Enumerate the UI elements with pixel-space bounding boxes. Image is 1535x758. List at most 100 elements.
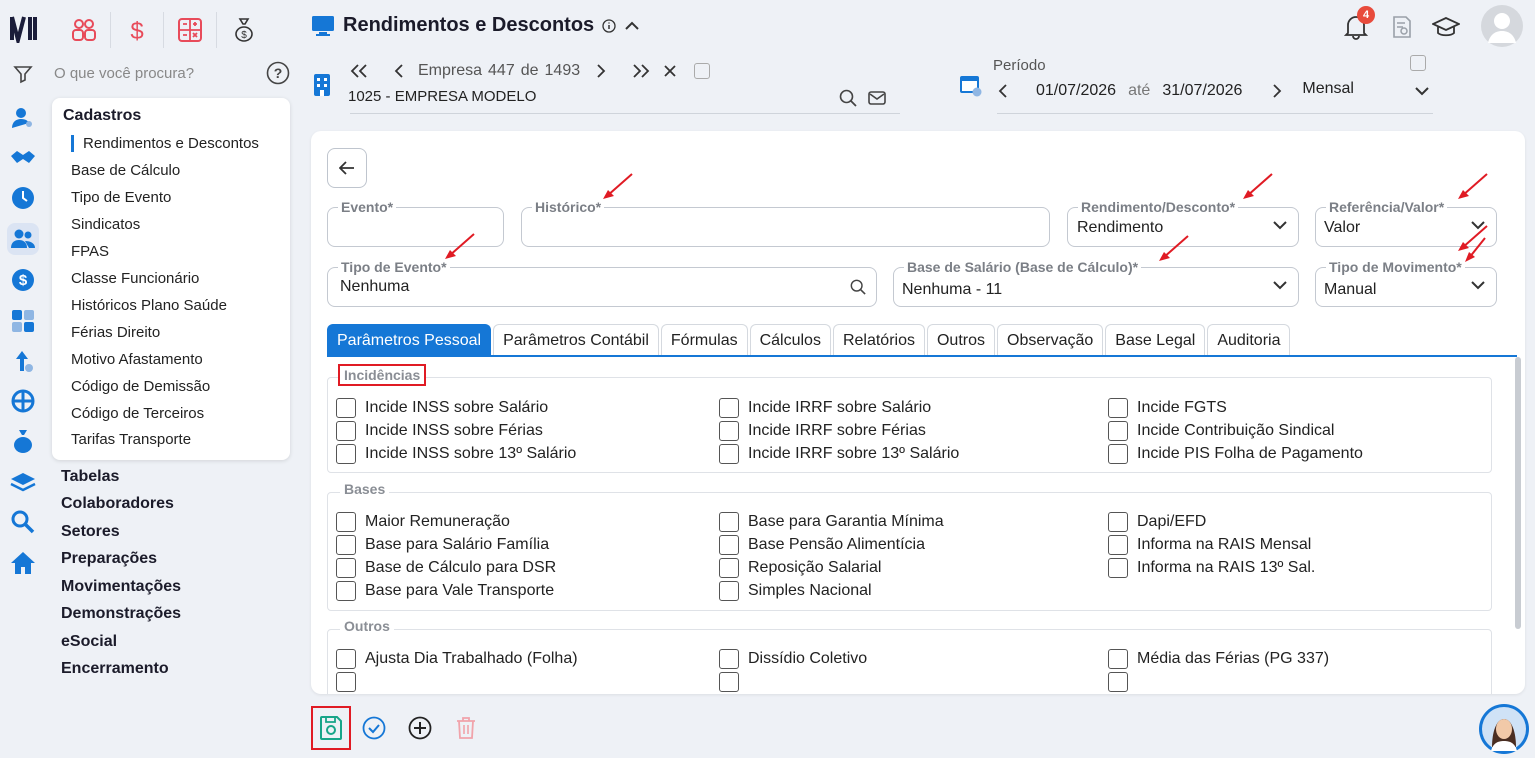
- checkbox-box[interactable]: [1108, 672, 1128, 692]
- network-icon[interactable]: [9, 387, 37, 415]
- checkbox-dissidio[interactable]: Dissídio Coletivo: [719, 649, 867, 669]
- checkbox-salario-familia[interactable]: Base para Salário Família: [336, 535, 549, 555]
- checkbox-irrf-13[interactable]: Incide IRRF sobre 13º Salário: [719, 444, 959, 464]
- checkbox-inss-ferias[interactable]: Incide INSS sobre Férias: [336, 421, 543, 441]
- checkbox-row-partial[interactable]: [1108, 672, 1137, 692]
- calculator-shortcut-icon[interactable]: [164, 12, 217, 48]
- submenu-item-classe[interactable]: Classe Funcionário: [71, 270, 199, 287]
- checkbox-box[interactable]: [336, 444, 356, 464]
- submenu-item-fpas[interactable]: FPAS: [71, 243, 109, 260]
- search-empresa-icon[interactable]: [839, 89, 857, 107]
- submenu-item-sindicatos[interactable]: Sindicatos: [71, 216, 140, 233]
- checkbox-dsr[interactable]: Base de Cálculo para DSR: [336, 558, 556, 578]
- checkbox-simples[interactable]: Simples Nacional: [719, 581, 872, 601]
- growth-icon[interactable]: [9, 347, 37, 375]
- chevron-down-icon[interactable]: [1414, 86, 1430, 96]
- menu-encerramento[interactable]: Encerramento: [61, 660, 169, 678]
- calculator-icon[interactable]: [9, 307, 37, 335]
- checkbox-box[interactable]: [1108, 421, 1128, 441]
- checkbox-box[interactable]: [719, 421, 739, 441]
- checkbox-box[interactable]: [719, 672, 739, 692]
- periodo-start[interactable]: 01/07/2026: [1036, 82, 1116, 100]
- checkbox-box[interactable]: [719, 512, 739, 532]
- referencia-valor-value[interactable]: Valor: [1324, 219, 1360, 237]
- search-icon[interactable]: [850, 279, 866, 295]
- back-button[interactable]: [327, 148, 367, 188]
- checkbox-garantia-minima[interactable]: Base para Garantia Mínima: [719, 512, 944, 532]
- people-icon[interactable]: [7, 223, 39, 255]
- dollar-shortcut-icon[interactable]: $: [111, 12, 164, 48]
- empresa-name[interactable]: 1025 - EMPRESA MODELO: [348, 88, 536, 105]
- checkbox-box[interactable]: [336, 535, 356, 555]
- help-icon[interactable]: ?: [266, 61, 290, 85]
- submenu-item-terceiros[interactable]: Código de Terceiros: [71, 405, 204, 422]
- checkbox-box[interactable]: [1108, 398, 1128, 418]
- home-icon[interactable]: [9, 549, 37, 577]
- tab-base-legal[interactable]: Base Legal: [1105, 324, 1206, 356]
- tipo-evento-value[interactable]: Nenhuma: [340, 278, 409, 296]
- first-icon[interactable]: [350, 64, 368, 78]
- save-button[interactable]: [311, 706, 351, 750]
- prev-icon[interactable]: [394, 64, 404, 78]
- chevron-down-icon[interactable]: [1272, 280, 1288, 290]
- menu-colaboradores[interactable]: Colaboradores: [61, 495, 174, 513]
- submenu-item-base-calculo[interactable]: Base de Cálculo: [71, 162, 180, 179]
- menu-demonstracoes[interactable]: Demonstrações: [61, 605, 181, 623]
- menu-preparacoes[interactable]: Preparações: [61, 550, 157, 568]
- checkbox-rais-13[interactable]: Informa na RAIS 13º Sal.: [1108, 558, 1315, 578]
- info-icon[interactable]: [602, 18, 616, 33]
- checkbox-reposicao[interactable]: Reposição Salarial: [719, 558, 881, 578]
- submenu-item-tarifas[interactable]: Tarifas Transporte: [71, 431, 191, 448]
- periodo-prev-icon[interactable]: [998, 84, 1008, 98]
- periodo-checkbox[interactable]: [1410, 55, 1426, 71]
- checkbox-box[interactable]: [1108, 512, 1128, 532]
- next-icon[interactable]: [596, 64, 606, 78]
- checkbox-box[interactable]: [719, 535, 739, 555]
- last-icon[interactable]: [632, 64, 650, 78]
- filter-icon[interactable]: [9, 60, 37, 88]
- scrollbar[interactable]: [1515, 357, 1521, 629]
- app-logo[interactable]: [9, 14, 37, 43]
- submenu-item-afastamento[interactable]: Motivo Afastamento: [71, 351, 203, 368]
- checkbox-box[interactable]: [1108, 535, 1128, 555]
- submenu-item-rendimentos[interactable]: Rendimentos e Descontos: [71, 135, 259, 152]
- checkbox-box[interactable]: [336, 672, 356, 692]
- search-icon[interactable]: [9, 508, 37, 536]
- checkbox-box[interactable]: [719, 581, 739, 601]
- money-bag-shortcut-icon[interactable]: $: [217, 12, 270, 48]
- submenu-item-tipo-evento[interactable]: Tipo de Evento: [71, 189, 171, 206]
- periodo-mode[interactable]: Mensal: [1302, 80, 1354, 98]
- tab-parametros-pessoal[interactable]: Parâmetros Pessoal: [327, 324, 492, 356]
- menu-search-placeholder[interactable]: O que você procura?: [54, 65, 194, 82]
- rendimento-desconto-value[interactable]: Rendimento: [1077, 219, 1163, 237]
- checkbox-box[interactable]: [336, 558, 356, 578]
- checkbox-inss-13[interactable]: Incide INSS sobre 13º Salário: [336, 444, 576, 464]
- checkbox-box[interactable]: [336, 649, 356, 669]
- chevron-down-icon[interactable]: [1470, 280, 1486, 290]
- chevron-up-icon[interactable]: [624, 21, 640, 31]
- handshake-icon[interactable]: [9, 144, 37, 172]
- checkbox-box[interactable]: [336, 398, 356, 418]
- dollar-icon[interactable]: $: [9, 266, 37, 294]
- add-button[interactable]: [397, 706, 443, 750]
- menu-movimentacoes[interactable]: Movimentações: [61, 578, 181, 596]
- checkbox-row-partial[interactable]: [336, 672, 365, 692]
- menu-search[interactable]: O que você procura? ?: [54, 61, 290, 85]
- historico-field[interactable]: Histórico*: [521, 199, 1050, 247]
- periodo-next-icon[interactable]: [1272, 84, 1282, 98]
- checkbox-box[interactable]: [1108, 558, 1128, 578]
- periodo-end[interactable]: 31/07/2026: [1162, 82, 1242, 100]
- money-bag-icon[interactable]: [9, 427, 37, 455]
- clock-icon[interactable]: [9, 184, 37, 212]
- checkbox-row-partial[interactable]: [719, 672, 748, 692]
- close-icon[interactable]: [664, 65, 676, 77]
- people-shortcut-icon[interactable]: [58, 12, 111, 48]
- submenu-title[interactable]: Cadastros: [63, 107, 141, 125]
- checkbox-box[interactable]: [719, 558, 739, 578]
- checkbox-box[interactable]: [1108, 444, 1128, 464]
- menu-esocial[interactable]: eSocial: [61, 633, 117, 651]
- tab-parametros-contabil[interactable]: Parâmetros Contábil: [493, 324, 659, 356]
- graduation-cap-icon[interactable]: [1432, 16, 1460, 38]
- confirm-button[interactable]: [351, 706, 397, 750]
- checkbox-irrf-salario[interactable]: Incide IRRF sobre Salário: [719, 398, 931, 418]
